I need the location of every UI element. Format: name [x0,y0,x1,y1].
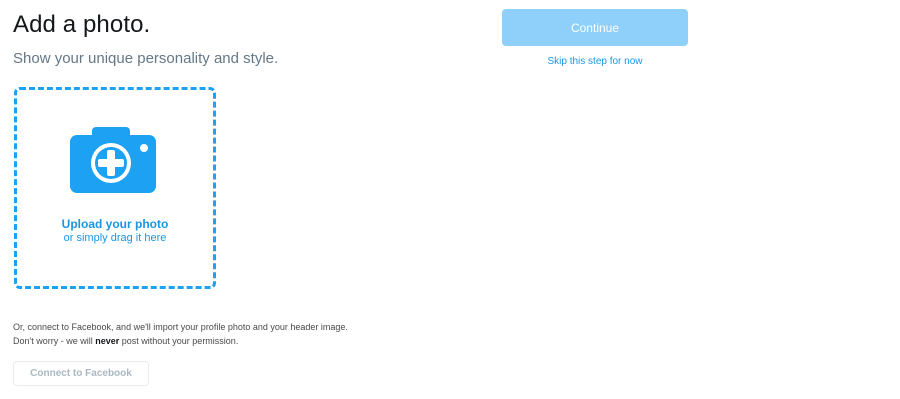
facebook-info-text: Or, connect to Facebook, and we'll impor… [13,320,348,348]
facebook-info-line-2: Don't worry - we will never post without… [13,334,348,348]
connect-facebook-button[interactable]: Connect to Facebook [13,361,149,386]
skip-step-link[interactable]: Skip this step for now [502,56,688,67]
facebook-info-line-2-end: post without your permission. [119,336,239,346]
facebook-info-line-2-start: Don't worry - we will [13,336,96,346]
facebook-info-emphasis: never [95,336,120,346]
page-title: Add a photo. [13,11,151,38]
facebook-info-line-1: Or, connect to Facebook, and we'll impor… [13,322,348,332]
page-subtitle: Show your unique personality and style. [13,50,279,67]
photo-upload-dropzone[interactable]: Upload your photo or simply drag it here [14,87,216,289]
camera-plus-icon [70,127,156,193]
continue-button[interactable]: Continue [502,9,688,46]
upload-drag-hint: or simply drag it here [63,232,167,244]
upload-photo-title: Upload your photo [61,217,169,231]
